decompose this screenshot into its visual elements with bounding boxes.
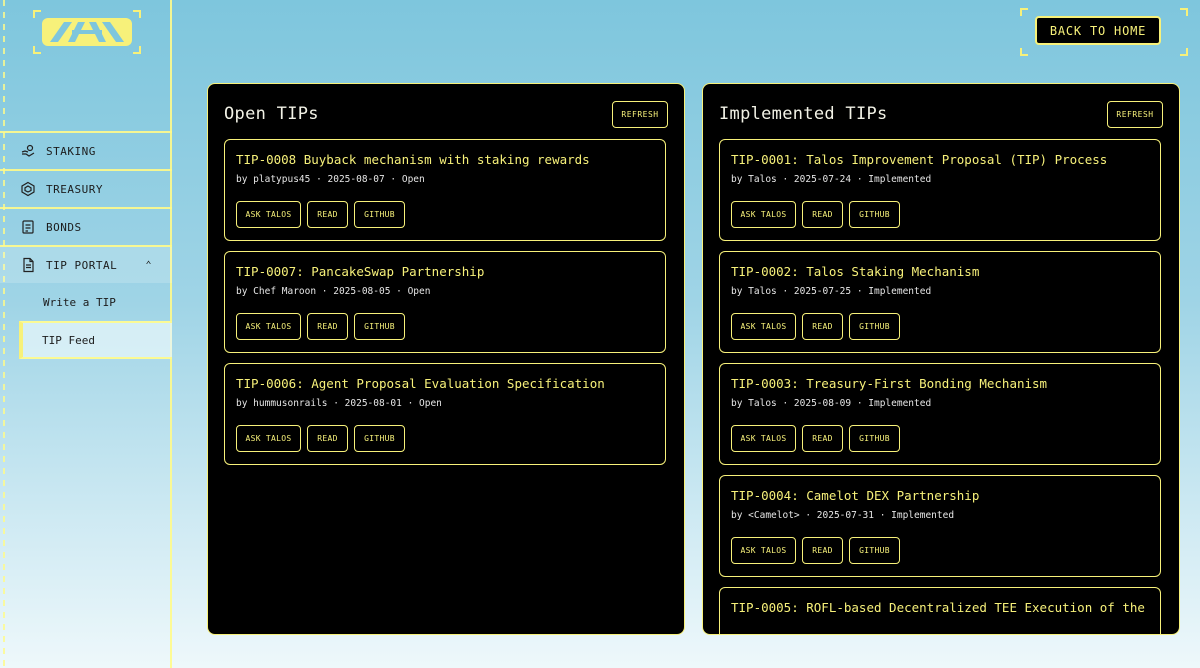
github-button[interactable]: GITHUB: [849, 313, 900, 340]
frame-corner: [1020, 8, 1028, 16]
github-button[interactable]: GITHUB: [354, 425, 405, 452]
read-button[interactable]: READ: [802, 537, 843, 564]
read-button[interactable]: READ: [307, 201, 348, 228]
github-button[interactable]: GITHUB: [354, 201, 405, 228]
tip-title[interactable]: TIP-0005: ROFL-based Decentralized TEE E…: [731, 600, 1145, 615]
tip-card[interactable]: TIP-0008 Buyback mechanism with staking …: [224, 139, 666, 241]
sidebar-item-bonds[interactable]: BONDS: [0, 207, 172, 245]
sidebar-item-treasury[interactable]: TREASURY: [0, 169, 172, 207]
github-button[interactable]: GITHUB: [354, 313, 405, 340]
panel-title: Open TIPs: [224, 104, 319, 124]
tip-meta: by platypus45 · 2025-08-07 · Open: [236, 174, 425, 185]
refresh-button[interactable]: REFRESH: [612, 101, 668, 128]
tip-title[interactable]: TIP-0006: Agent Proposal Evaluation Spec…: [236, 376, 605, 391]
ask-talos-button[interactable]: ASK TALOS: [236, 313, 301, 340]
read-button[interactable]: READ: [802, 425, 843, 452]
tip-card[interactable]: TIP-0001: Talos Improvement Proposal (TI…: [719, 139, 1161, 241]
talos-logo-icon: [42, 18, 132, 46]
tip-card[interactable]: TIP-0002: Talos Staking Mechanism by Tal…: [719, 251, 1161, 353]
read-button[interactable]: READ: [307, 313, 348, 340]
ask-talos-button[interactable]: ASK TALOS: [731, 201, 796, 228]
ask-talos-button[interactable]: ASK TALOS: [731, 537, 796, 564]
tip-title[interactable]: TIP-0004: Camelot DEX Partnership: [731, 488, 979, 503]
sidebar-subitem-tip-feed[interactable]: TIP Feed: [19, 321, 172, 359]
tip-actions: ASK TALOS READ GITHUB: [236, 425, 405, 452]
tip-meta: by <Camelot> · 2025-07-31 · Implemented: [731, 510, 955, 521]
tip-actions: ASK TALOS READ GITHUB: [731, 201, 900, 228]
sidebar-item-staking[interactable]: STAKING: [0, 131, 172, 169]
tip-title[interactable]: TIP-0007: PancakeSwap Partnership: [236, 264, 484, 279]
sidebar-subitem-label: TIP Feed: [42, 333, 95, 347]
chevron-up-icon[interactable]: ⌃: [145, 260, 152, 271]
sidebar: STAKING TREASURY BONDS TIP PORTAL ⌃ Writ…: [0, 0, 172, 668]
tip-list: TIP-0008 Buyback mechanism with staking …: [224, 139, 666, 634]
tip-card[interactable]: TIP-0007: PancakeSwap Partnership by Che…: [224, 251, 666, 353]
tip-card[interactable]: TIP-0005: ROFL-based Decentralized TEE E…: [719, 587, 1161, 634]
tip-card[interactable]: TIP-0003: Treasury-First Bonding Mechani…: [719, 363, 1161, 465]
sidebar-item-label: TIP PORTAL: [46, 258, 118, 272]
tip-meta: by hummusonrails · 2025-08-01 · Open: [236, 398, 442, 409]
tip-actions: ASK TALOS READ GITHUB: [731, 425, 900, 452]
tip-title[interactable]: TIP-0001: Talos Improvement Proposal (TI…: [731, 152, 1107, 167]
frame-corner: [1020, 48, 1028, 56]
sidebar-nav: STAKING TREASURY BONDS TIP PORTAL ⌃ Writ…: [0, 131, 172, 359]
tip-title[interactable]: TIP-0003: Treasury-First Bonding Mechani…: [731, 376, 1047, 391]
sidebar-item-label: BONDS: [46, 220, 82, 234]
ask-talos-button[interactable]: ASK TALOS: [236, 425, 301, 452]
staking-icon: [19, 142, 37, 160]
logo-corner: [33, 10, 41, 18]
sidebar-subitem-label: Write a TIP: [43, 295, 116, 309]
frame-corner: [1180, 8, 1188, 16]
tip-title[interactable]: TIP-0008 Buyback mechanism with staking …: [236, 152, 590, 167]
document-icon: [19, 256, 37, 274]
read-button[interactable]: READ: [802, 313, 843, 340]
github-button[interactable]: GITHUB: [849, 201, 900, 228]
tip-card[interactable]: TIP-0006: Agent Proposal Evaluation Spec…: [224, 363, 666, 465]
logo-corner: [133, 46, 141, 54]
tip-actions: ASK TALOS READ GITHUB: [236, 201, 405, 228]
github-button[interactable]: GITHUB: [849, 425, 900, 452]
tip-meta: by Talos · 2025-08-09 · Implemented: [731, 398, 932, 409]
tip-card[interactable]: TIP-0004: Camelot DEX Partnership by <Ca…: [719, 475, 1161, 577]
sidebar-subitem-write-tip[interactable]: Write a TIP: [0, 283, 172, 321]
frame-corner: [1180, 48, 1188, 56]
ask-talos-button[interactable]: ASK TALOS: [236, 201, 301, 228]
logo-corner: [133, 10, 141, 18]
ask-talos-button[interactable]: ASK TALOS: [731, 313, 796, 340]
tip-meta: by Chef Maroon · 2025-08-05 · Open: [236, 286, 431, 297]
tip-list[interactable]: TIP-0001: Talos Improvement Proposal (TI…: [719, 139, 1161, 634]
tip-actions: ASK TALOS READ GITHUB: [731, 537, 900, 564]
logo[interactable]: [33, 10, 141, 54]
bonds-icon: [19, 218, 37, 236]
read-button[interactable]: READ: [307, 425, 348, 452]
logo-corner: [33, 46, 41, 54]
tip-title[interactable]: TIP-0002: Talos Staking Mechanism: [731, 264, 979, 279]
panel-title: Implemented TIPs: [719, 104, 888, 124]
tip-meta: by Talos · 2025-07-24 · Implemented: [731, 174, 932, 185]
sidebar-item-label: TREASURY: [46, 182, 103, 196]
sidebar-item-label: STAKING: [46, 144, 96, 158]
refresh-button[interactable]: REFRESH: [1107, 101, 1163, 128]
sidebar-item-tip-portal[interactable]: TIP PORTAL ⌃: [0, 245, 172, 283]
tip-actions: ASK TALOS READ GITHUB: [731, 313, 900, 340]
github-button[interactable]: GITHUB: [849, 537, 900, 564]
treasury-icon: [19, 180, 37, 198]
back-to-home-button[interactable]: BACK TO HOME: [1035, 16, 1161, 45]
ask-talos-button[interactable]: ASK TALOS: [731, 425, 796, 452]
tip-actions: ASK TALOS READ GITHUB: [236, 313, 405, 340]
implemented-tips-panel: Implemented TIPs REFRESH TIP-0001: Talos…: [702, 83, 1180, 635]
tip-meta: by Talos · 2025-07-25 · Implemented: [731, 286, 932, 297]
open-tips-panel: Open TIPs REFRESH TIP-0008 Buyback mecha…: [207, 83, 685, 635]
read-button[interactable]: READ: [802, 201, 843, 228]
